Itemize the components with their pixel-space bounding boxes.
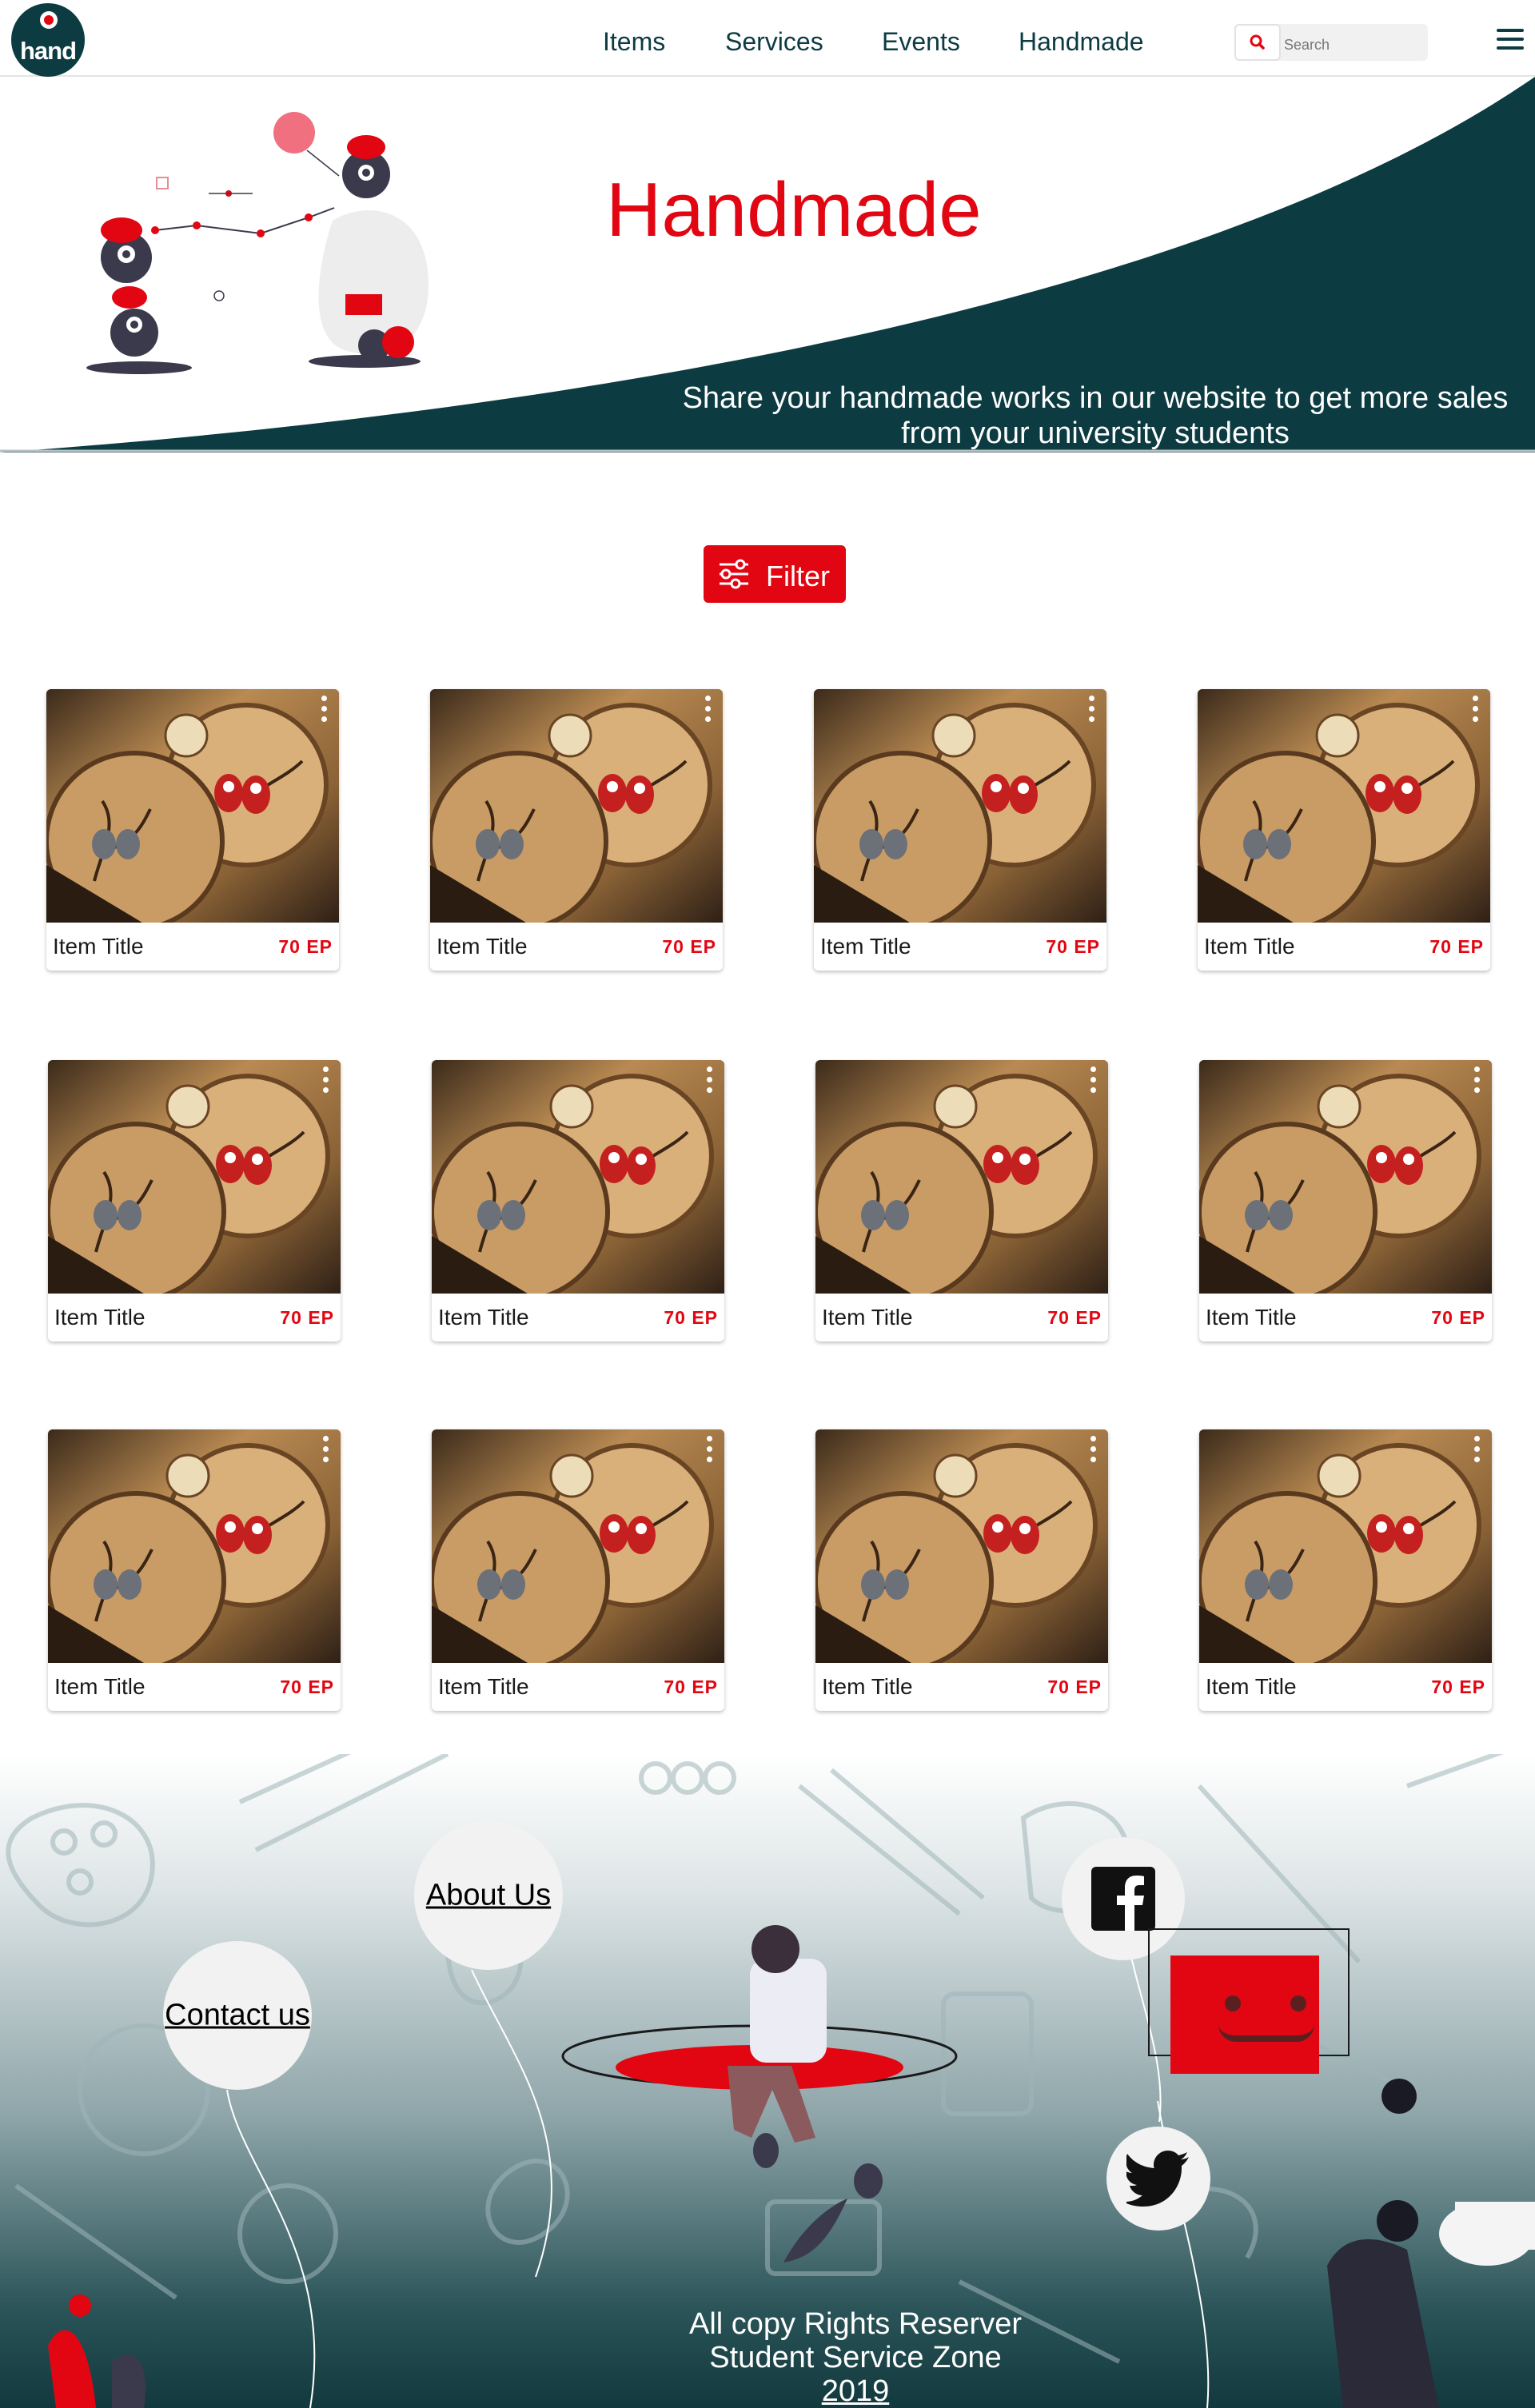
contact-us-bubble: Contact us (163, 1941, 312, 2090)
product-card[interactable]: Item Title 70 EP (430, 689, 723, 971)
item-price: 70 EP (280, 1676, 334, 1697)
product-image (430, 689, 723, 923)
product-card[interactable]: Item Title 70 EP (48, 1060, 341, 1342)
item-title: Item Title (54, 1305, 146, 1330)
product-image (1199, 1429, 1492, 1663)
product-card[interactable]: Item Title 70 EP (48, 1429, 341, 1711)
item-title: Item Title (438, 1305, 529, 1330)
more-vertical-icon[interactable] (1086, 1436, 1100, 1471)
more-vertical-icon[interactable] (702, 1066, 716, 1102)
menu-icon[interactable] (1497, 29, 1524, 51)
product-image (432, 1429, 724, 1663)
search-icon (1250, 34, 1265, 50)
nav-link-handmade[interactable]: Handmade (1019, 27, 1144, 57)
more-vertical-icon[interactable] (1469, 1066, 1484, 1102)
more-vertical-icon[interactable] (318, 1436, 333, 1471)
product-card[interactable]: Item Title 70 EP (1199, 1060, 1492, 1342)
filter-label: Filter (766, 560, 830, 592)
page-title: Handmade (606, 167, 982, 253)
item-price: 70 EP (1431, 1307, 1485, 1328)
search-input[interactable] (1284, 24, 1425, 61)
hero-subtitle: Share your handmade works in our website… (682, 381, 1509, 450)
item-price: 70 EP (1429, 936, 1484, 957)
nav-link-services[interactable]: Services (725, 27, 823, 57)
about-us-link[interactable]: About Us (414, 1879, 563, 1913)
product-image (432, 1060, 724, 1294)
item-title: Item Title (438, 1674, 529, 1699)
item-title: Item Title (822, 1674, 913, 1699)
monsters-illustration (86, 112, 429, 374)
product-card[interactable]: Item Title 70 EP (432, 1429, 724, 1711)
site-logo[interactable]: hand (11, 3, 85, 77)
filter-button[interactable]: Filter (704, 545, 846, 603)
item-price: 70 EP (1047, 1307, 1102, 1328)
nav-link-items[interactable]: Items (603, 27, 665, 57)
item-title: Item Title (54, 1674, 146, 1699)
item-price: 70 EP (664, 1307, 718, 1328)
product-image (1199, 1060, 1492, 1294)
copyright-year: 2019 (821, 2374, 890, 2408)
product-image (814, 689, 1106, 923)
twitter-bubble[interactable] (1106, 2127, 1210, 2231)
product-card[interactable]: Item Title 70 EP (815, 1060, 1108, 1342)
logo-text: hand (19, 37, 77, 65)
footer: About Us Contact us All copy Rights Rese… (0, 1754, 1535, 2408)
product-card[interactable]: Item Title 70 EP (46, 689, 339, 971)
copyright-line2: Student Service Zone (709, 2341, 1002, 2374)
copyright: All copy Rights Reserver Student Service… (608, 2307, 1103, 2408)
item-price: 70 EP (664, 1676, 718, 1697)
item-title: Item Title (53, 934, 144, 959)
more-vertical-icon[interactable] (1468, 696, 1482, 731)
more-vertical-icon[interactable] (1084, 696, 1098, 731)
more-vertical-icon[interactable] (317, 696, 331, 731)
search-button[interactable] (1234, 24, 1281, 61)
item-price: 70 EP (278, 936, 333, 957)
product-image (1198, 689, 1490, 923)
product-image (815, 1060, 1108, 1294)
product-image (815, 1429, 1108, 1663)
product-card[interactable]: Item Title 70 EP (1198, 689, 1490, 971)
youtube-icon (1170, 1956, 1319, 2074)
item-title: Item Title (437, 934, 528, 959)
contact-us-link[interactable]: Contact us (163, 1999, 312, 2033)
product-card[interactable]: Item Title 70 EP (814, 689, 1106, 971)
product-card[interactable]: Item Title 70 EP (432, 1060, 724, 1342)
about-us-bubble: About Us (414, 1821, 563, 1970)
filter-icon (720, 559, 748, 589)
product-image (46, 689, 339, 923)
youtube-button[interactable] (1148, 1928, 1350, 2074)
item-title: Item Title (1206, 1305, 1297, 1330)
item-title: Item Title (822, 1305, 913, 1330)
search-bar (1234, 24, 1428, 61)
more-vertical-icon[interactable] (318, 1066, 333, 1102)
nav-link-events[interactable]: Events (882, 27, 960, 57)
twitter-icon (1126, 2151, 1189, 2207)
item-price: 70 EP (1047, 1676, 1102, 1697)
product-image (48, 1060, 341, 1294)
more-vertical-icon[interactable] (1086, 1066, 1100, 1102)
copyright-line1: All copy Rights Reserver (688, 2307, 1023, 2341)
item-title: Item Title (820, 934, 911, 959)
item-price: 70 EP (1431, 1676, 1485, 1697)
item-title: Item Title (1204, 934, 1295, 959)
item-title: Item Title (1206, 1674, 1297, 1699)
item-price: 70 EP (1046, 936, 1100, 957)
product-card[interactable]: Item Title 70 EP (1199, 1429, 1492, 1711)
hero-banner: Handmade Share your handmade works in ou… (0, 77, 1535, 452)
product-image (48, 1429, 341, 1663)
more-vertical-icon[interactable] (1469, 1436, 1484, 1471)
item-price: 70 EP (280, 1307, 334, 1328)
logo-mark-icon (40, 11, 58, 29)
item-price: 70 EP (662, 936, 716, 957)
more-vertical-icon[interactable] (702, 1436, 716, 1471)
product-card[interactable]: Item Title 70 EP (815, 1429, 1108, 1711)
facebook-icon (1091, 1867, 1155, 1931)
top-navbar: hand Items Services Events Handmade (0, 0, 1535, 77)
more-vertical-icon[interactable] (700, 696, 715, 731)
